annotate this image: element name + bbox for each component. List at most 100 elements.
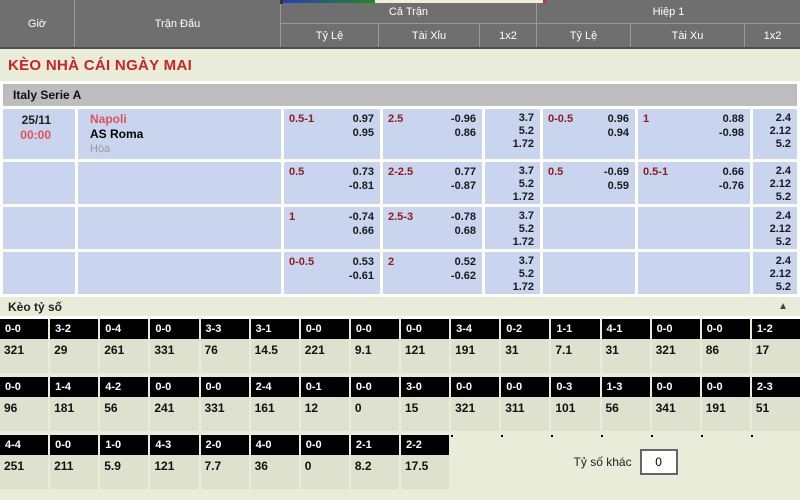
odds-value[interactable]: 2.4 <box>753 210 791 223</box>
other-score-input[interactable] <box>640 449 678 475</box>
score-odds[interactable]: 121 <box>150 455 198 489</box>
h1-handicap-cell[interactable]: 0-0.50.96 0.94 <box>543 109 635 159</box>
odds-value[interactable]: -0.62 <box>388 269 476 283</box>
score-odds[interactable]: 5.9 <box>100 455 148 489</box>
score-cell[interactable]: 0-0221 <box>301 319 349 373</box>
score-cell[interactable]: 0-00 <box>351 377 399 431</box>
score-cell[interactable]: 0-4261 <box>100 319 148 373</box>
home-team[interactable]: Napoli <box>90 112 281 127</box>
odds-value[interactable]: -0.81 <box>289 179 374 193</box>
score-odds[interactable]: 251 <box>0 455 48 489</box>
odds-value[interactable]: 3.7 <box>485 255 534 268</box>
score-cell[interactable]: 0-09.1 <box>351 319 399 373</box>
score-odds[interactable]: 86 <box>702 339 750 373</box>
score-odds[interactable]: 36 <box>251 455 299 489</box>
score-cell[interactable]: 4-3121 <box>150 435 198 489</box>
ft-1x2-cell[interactable]: 3.7 5.2 1.72 <box>485 252 540 294</box>
odds-value[interactable]: 5.2 <box>485 223 534 236</box>
score-cell[interactable]: 0-00 <box>301 435 349 489</box>
score-cell[interactable]: 3-4191 <box>451 319 499 373</box>
score-odds[interactable]: 121 <box>401 339 449 373</box>
odds-value[interactable]: 2.4 <box>753 112 791 125</box>
score-cell[interactable]: 0-0241 <box>150 377 198 431</box>
score-cell[interactable]: 4-131 <box>602 319 650 373</box>
collapse-arrow-icon[interactable]: ▲ <box>778 301 788 312</box>
score-odds[interactable]: 31 <box>602 339 650 373</box>
score-odds[interactable]: 321 <box>0 339 48 373</box>
ft-handicap-cell[interactable]: 1-0.74 0.66 <box>284 207 380 249</box>
h1-1x2-cell[interactable]: 2.4 2.12 5.2 <box>753 252 797 294</box>
odds-value[interactable]: 2.4 <box>753 255 791 268</box>
score-odds[interactable]: 31 <box>501 339 549 373</box>
score-odds[interactable]: 311 <box>501 397 549 431</box>
score-cell[interactable]: 0-096 <box>0 377 48 431</box>
score-cell[interactable]: 0-0121 <box>401 319 449 373</box>
score-cell[interactable]: 1-4181 <box>50 377 98 431</box>
odds-value[interactable]: 0.73 <box>353 165 374 179</box>
score-odds[interactable]: 96 <box>0 397 48 431</box>
odds-value[interactable]: 5.2 <box>485 125 534 138</box>
score-cell[interactable]: 1-356 <box>602 377 650 431</box>
odds-value[interactable]: 2.12 <box>753 268 791 281</box>
odds-value[interactable]: 2.12 <box>753 178 791 191</box>
score-odds[interactable]: 76 <box>201 339 249 373</box>
score-odds[interactable]: 0 <box>351 397 399 431</box>
odds-value[interactable]: 0.77 <box>455 165 476 179</box>
ft-handicap-cell[interactable]: 0-0.50.53 -0.61 <box>284 252 380 294</box>
correct-score-section-header[interactable]: Kèo tỷ số ▲ <box>0 297 800 319</box>
score-cell[interactable]: 0-0331 <box>150 319 198 373</box>
score-cell[interactable]: 2-351 <box>752 377 800 431</box>
score-odds[interactable]: 15 <box>401 397 449 431</box>
odds-value[interactable]: -0.96 <box>451 112 476 126</box>
odds-value[interactable]: 1.72 <box>485 236 534 249</box>
score-cell[interactable]: 1-05.9 <box>100 435 148 489</box>
odds-value[interactable]: 0.66 <box>289 224 374 238</box>
score-cell[interactable]: 2-217.5 <box>401 435 449 489</box>
odds-value[interactable]: 0.86 <box>388 126 476 140</box>
odds-value[interactable]: 1.72 <box>485 281 534 294</box>
h1-overunder-cell[interactable]: 10.88 -0.98 <box>638 109 750 159</box>
h1-handicap-cell[interactable]: 0.5-0.69 0.59 <box>543 162 635 204</box>
score-cell[interactable]: 3-114.5 <box>251 319 299 373</box>
odds-value[interactable]: 0.53 <box>353 255 374 269</box>
ft-overunder-cell[interactable]: 20.52 -0.62 <box>383 252 482 294</box>
score-cell[interactable]: 0-0341 <box>652 377 700 431</box>
odds-value[interactable]: 1.72 <box>485 138 534 151</box>
score-cell[interactable]: 1-217 <box>752 319 800 373</box>
score-cell[interactable]: 0-0311 <box>501 377 549 431</box>
ft-overunder-cell[interactable]: 2.5-0.96 0.86 <box>383 109 482 159</box>
odds-value[interactable]: 5.2 <box>753 236 791 249</box>
score-odds[interactable]: 161 <box>251 397 299 431</box>
score-cell[interactable]: 0-231 <box>501 319 549 373</box>
score-odds[interactable]: 261 <box>100 339 148 373</box>
score-odds[interactable]: 12 <box>301 397 349 431</box>
score-cell[interactable]: 2-18.2 <box>351 435 399 489</box>
ft-overunder-cell[interactable]: 2.5-3-0.78 0.68 <box>383 207 482 249</box>
odds-value[interactable]: 2.12 <box>753 125 791 138</box>
score-cell[interactable]: 0-3101 <box>551 377 599 431</box>
odds-value[interactable]: -0.61 <box>289 269 374 283</box>
odds-value[interactable]: 1.72 <box>485 191 534 204</box>
odds-value[interactable]: 0.96 <box>608 112 629 126</box>
score-odds[interactable]: 17.5 <box>401 455 449 489</box>
score-odds[interactable]: 321 <box>451 397 499 431</box>
score-cell[interactable]: 0-0321 <box>652 319 700 373</box>
odds-value[interactable]: -0.98 <box>643 126 744 140</box>
ft-1x2-cell[interactable]: 3.7 5.2 1.72 <box>485 207 540 249</box>
score-odds[interactable]: 51 <box>752 397 800 431</box>
ft-handicap-cell[interactable]: 0.5-10.97 0.95 <box>284 109 380 159</box>
ft-1x2-cell[interactable]: 3.7 5.2 1.72 <box>485 162 540 204</box>
odds-value[interactable]: 5.2 <box>485 268 534 281</box>
score-odds[interactable]: 7.7 <box>201 455 249 489</box>
score-cell[interactable]: 0-0321 <box>451 377 499 431</box>
odds-value[interactable]: 5.2 <box>485 178 534 191</box>
score-cell[interactable]: 0-086 <box>702 319 750 373</box>
odds-value[interactable]: 0.68 <box>388 224 476 238</box>
odds-value[interactable]: 0.88 <box>723 112 744 126</box>
score-odds[interactable]: 9.1 <box>351 339 399 373</box>
odds-value[interactable]: 0.52 <box>455 255 476 269</box>
score-cell[interactable]: 2-4161 <box>251 377 299 431</box>
odds-value[interactable]: 5.2 <box>753 281 791 294</box>
h1-1x2-cell[interactable]: 2.4 2.12 5.2 <box>753 207 797 249</box>
odds-value[interactable]: 5.2 <box>753 138 791 151</box>
